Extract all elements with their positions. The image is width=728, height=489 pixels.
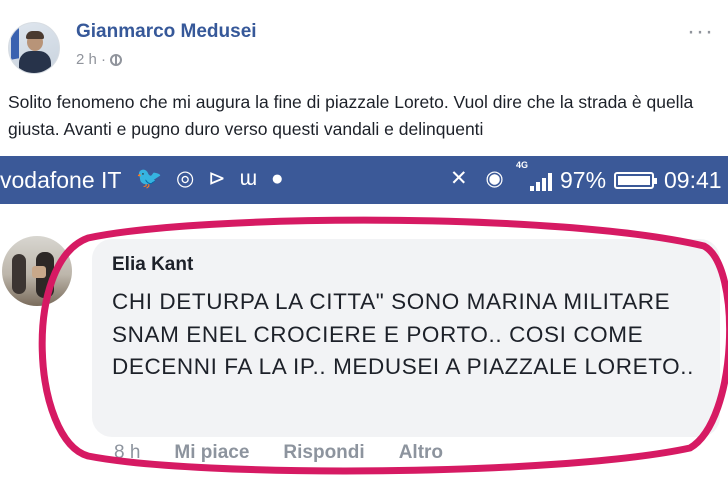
globe-icon xyxy=(110,53,123,66)
avatar-suit xyxy=(19,51,51,73)
flag-shape xyxy=(11,28,19,60)
battery-icon xyxy=(614,172,657,189)
comment-text: CHI DETURPA LA CITTA" SONO MARINA MILITA… xyxy=(112,289,694,379)
reply-button[interactable]: Rispondi xyxy=(283,442,364,464)
facebook-post: Gianmarco Medusei 2 h · ··· Solito fenom… xyxy=(0,0,728,154)
author-avatar[interactable] xyxy=(8,22,60,74)
post-options-icon[interactable]: ··· xyxy=(687,18,714,46)
mute-and-eye-icons: ✕ ◉ xyxy=(450,167,510,190)
comment-author-name[interactable]: Elia Kant xyxy=(112,254,193,276)
status-clock: 09:41 xyxy=(664,167,722,193)
post-text: Solito fenomeno che mi augura la fine di… xyxy=(8,92,694,139)
post-meta: 2 h · xyxy=(76,51,123,68)
carrier-label: vodafone IT xyxy=(0,167,122,193)
network-type: 4G xyxy=(516,160,529,170)
comment-area: Elia Kant CHI DETURPA LA CITTA" SONO MAR… xyxy=(0,204,728,489)
signal-icon xyxy=(530,169,556,191)
phone-status-bar: vodafone IT 🐦 ◎ ⊳ ɯ ● ✕ ◉ 4G 97% 09:41 xyxy=(0,156,728,204)
more-button[interactable]: Altro xyxy=(399,442,443,464)
post-timestamp[interactable]: 2 h · xyxy=(76,51,106,68)
post-author-name[interactable]: Gianmarco Medusei xyxy=(76,21,257,43)
avatar-hair xyxy=(26,31,44,39)
comment-timestamp[interactable]: 8 h xyxy=(114,442,140,464)
comment-actions: 8 h Mi piace Rispondi Altro xyxy=(114,442,443,464)
commenter-avatar[interactable] xyxy=(2,236,72,306)
battery-percentage: 97% xyxy=(560,167,607,193)
notification-icons: 🐦 ◎ ⊳ ɯ ● xyxy=(136,167,288,190)
like-button[interactable]: Mi piace xyxy=(174,442,249,464)
